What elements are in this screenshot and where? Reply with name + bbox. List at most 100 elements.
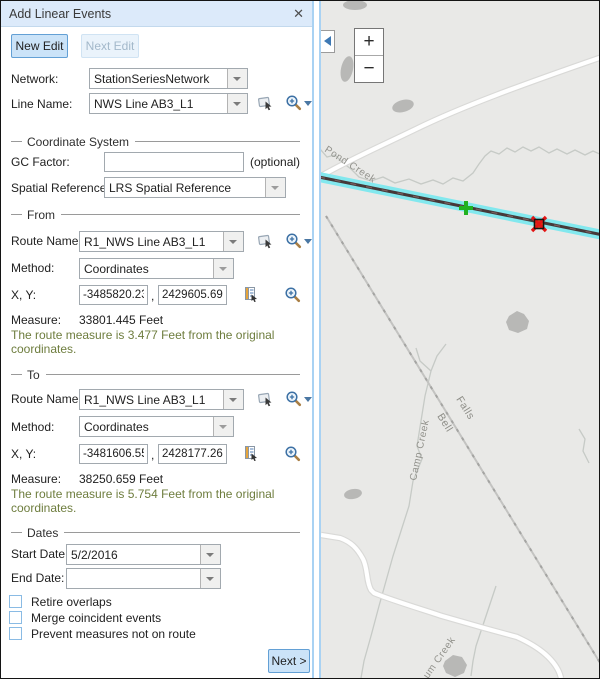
line-name-value: NWS Line AB3_L1	[94, 97, 226, 111]
bell-county-label: Bell	[434, 411, 455, 434]
start-date-dropdown-arrow[interactable]	[200, 545, 220, 564]
to-title: To	[27, 368, 40, 382]
zoom-to-to-point-icon[interactable]	[284, 445, 301, 462]
from-x-input[interactable]	[79, 285, 148, 305]
start-date-select[interactable]: 5/2/2016	[66, 544, 221, 565]
from-method-label: Method:	[11, 261, 54, 275]
from-xy-comma: ,	[151, 289, 154, 303]
network-select[interactable]: StationSeriesNetwork	[89, 68, 248, 89]
from-measure-note: The route measure is 3.477 Feet from the…	[11, 328, 307, 356]
start-date-label: Start Date:	[11, 547, 68, 561]
panel-splitter[interactable]	[312, 1, 321, 678]
spatial-reference-select: LRS Spatial Reference	[104, 177, 286, 198]
map-zoom-control: + −	[354, 28, 384, 83]
to-route-name-value: R1_NWS Line AB3_L1	[84, 393, 222, 407]
prevent-measures-checkbox[interactable]	[9, 627, 22, 640]
from-method-value: Coordinates	[84, 262, 212, 276]
dates-title: Dates	[27, 526, 58, 540]
pick-to-coordinate-icon[interactable]	[243, 445, 260, 462]
from-separator: From	[11, 207, 300, 222]
county-boundary-line	[326, 216, 600, 666]
prevent-measures-label: Prevent measures not on route	[31, 627, 196, 641]
from-title: From	[27, 208, 55, 222]
to-xy-comma: ,	[151, 448, 154, 462]
to-x-input[interactable]	[79, 444, 148, 464]
from-route-name-label: Route Name:	[11, 234, 82, 248]
map-canvas: Pond Creek Falls Bell Camp Creek um Cree…	[321, 1, 600, 678]
to-point-marker	[532, 217, 546, 231]
new-edit-button[interactable]: New Edit	[11, 34, 68, 58]
to-method-value: Coordinates	[84, 420, 212, 434]
zoom-to-to-route-icon[interactable]	[285, 390, 302, 407]
dates-separator: Dates	[11, 525, 300, 540]
camp-creek-label: Camp Creek	[408, 418, 432, 481]
from-measure-value: 33801.445 Feet	[79, 313, 163, 327]
select-to-route-on-map-icon[interactable]	[258, 391, 275, 408]
select-from-route-on-map-icon[interactable]	[258, 233, 275, 250]
zoom-to-line-icon[interactable]	[285, 94, 302, 111]
next-edit-button: Next Edit	[81, 34, 139, 58]
panel-header: Add Linear Events ✕	[1, 1, 312, 27]
to-separator: To	[11, 367, 300, 382]
to-measure-value: 38250.659 Feet	[79, 472, 163, 486]
screenshot-root: Add Linear Events ✕ New Edit Next Edit N…	[0, 0, 600, 679]
network-value: StationSeriesNetwork	[94, 72, 226, 86]
to-method-dropdown-arrow	[213, 417, 233, 436]
retire-overlaps-label: Retire overlaps	[31, 595, 112, 609]
gc-factor-label: GC Factor:	[11, 155, 70, 169]
end-date-dropdown-arrow[interactable]	[200, 569, 220, 588]
panel-title: Add Linear Events	[9, 7, 111, 21]
from-zoom-options-caret-icon[interactable]	[304, 239, 312, 244]
collapse-panel-button[interactable]	[321, 30, 335, 53]
to-method-select[interactable]: Coordinates	[79, 416, 234, 437]
add-linear-events-panel: Add Linear Events ✕ New Edit Next Edit N…	[1, 1, 312, 678]
spatial-reference-value: LRS Spatial Reference	[109, 181, 264, 195]
to-measure-label: Measure:	[11, 472, 61, 486]
from-method-select[interactable]: Coordinates	[79, 258, 234, 279]
to-method-label: Method:	[11, 420, 54, 434]
spatial-reference-dropdown-arrow	[265, 178, 285, 197]
next-button[interactable]: Next >	[268, 649, 310, 673]
select-line-on-map-icon[interactable]	[258, 95, 275, 112]
map-view[interactable]: Pond Creek Falls Bell Camp Creek um Cree…	[321, 1, 600, 678]
zoom-out-button[interactable]: −	[355, 55, 383, 82]
line-name-dropdown-arrow[interactable]	[227, 94, 247, 113]
network-dropdown-arrow[interactable]	[227, 69, 247, 88]
merge-coincident-events-label: Merge coincident events	[31, 611, 161, 625]
spatial-reference-label: Spatial Reference:	[11, 181, 110, 195]
start-date-value: 5/2/2016	[71, 548, 199, 562]
zoom-options-caret-icon[interactable]	[304, 101, 312, 106]
to-measure-note: The route measure is 5.754 Feet from the…	[11, 487, 307, 515]
merge-coincident-events-checkbox[interactable]	[9, 611, 22, 624]
line-name-label: Line Name:	[11, 97, 72, 111]
from-route-name-value: R1_NWS Line AB3_L1	[84, 235, 222, 249]
gc-factor-optional-hint: (optional)	[250, 155, 300, 169]
zoom-in-button[interactable]: +	[355, 29, 383, 55]
end-date-select[interactable]	[66, 568, 221, 589]
to-route-dropdown-arrow[interactable]	[223, 390, 243, 409]
coordinate-system-title: Coordinate System	[27, 135, 129, 149]
from-y-input[interactable]	[158, 285, 227, 305]
falls-county-label: Falls	[453, 394, 477, 422]
collapse-arrow-icon	[324, 36, 331, 46]
line-name-select[interactable]: NWS Line AB3_L1	[89, 93, 248, 114]
from-method-dropdown-arrow	[213, 259, 233, 278]
zoom-to-from-route-icon[interactable]	[285, 232, 302, 249]
to-route-name-select[interactable]: R1_NWS Line AB3_L1	[79, 389, 244, 410]
retire-overlaps-checkbox[interactable]	[9, 595, 22, 608]
end-date-label: End Date:	[11, 571, 64, 585]
from-xy-label: X, Y:	[11, 288, 36, 302]
to-y-input[interactable]	[158, 444, 227, 464]
pick-from-coordinate-icon[interactable]	[243, 286, 260, 303]
coordinate-system-separator: Coordinate System	[11, 134, 300, 149]
from-measure-label: Measure:	[11, 313, 61, 327]
from-route-dropdown-arrow[interactable]	[223, 232, 243, 251]
from-route-name-select[interactable]: R1_NWS Line AB3_L1	[79, 231, 244, 252]
to-xy-label: X, Y:	[11, 447, 36, 461]
network-label: Network:	[11, 72, 58, 86]
close-icon[interactable]: ✕	[293, 6, 304, 22]
to-route-name-label: Route Name:	[11, 392, 82, 406]
gc-factor-input[interactable]	[104, 152, 244, 172]
to-zoom-options-caret-icon[interactable]	[304, 397, 312, 402]
zoom-to-from-point-icon[interactable]	[284, 286, 301, 303]
